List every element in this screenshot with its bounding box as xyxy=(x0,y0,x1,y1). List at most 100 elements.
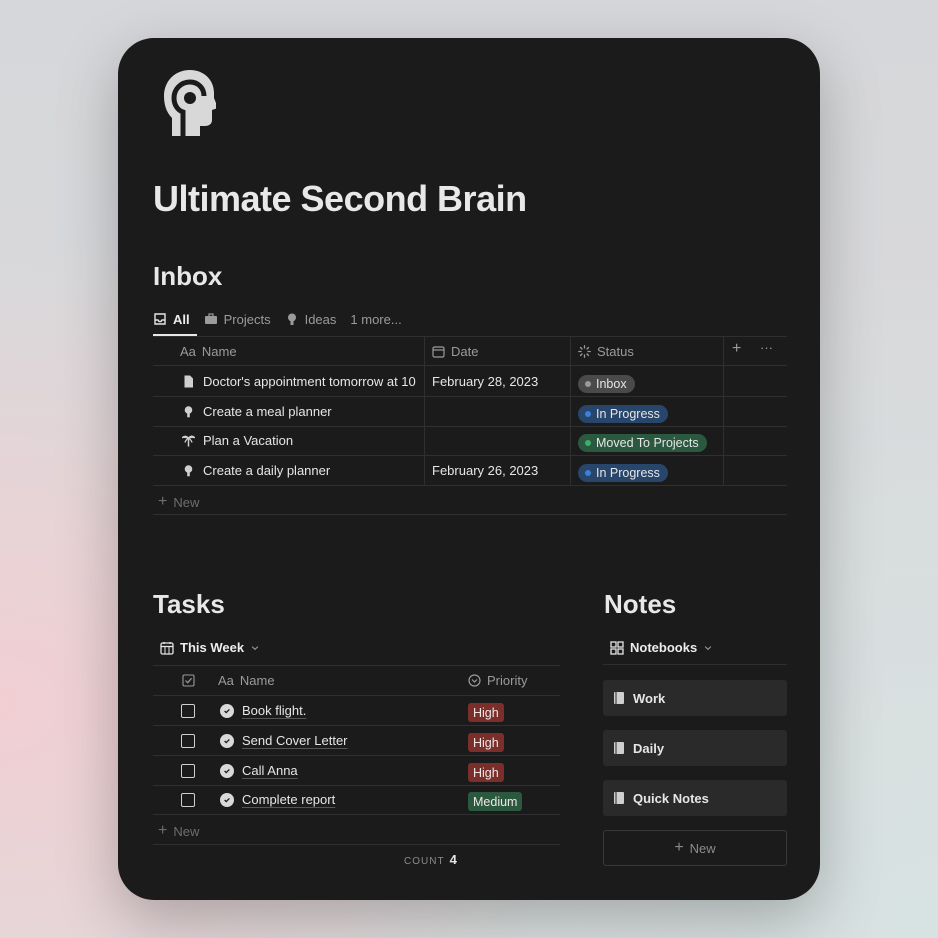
divider xyxy=(153,725,560,726)
count-label: COUNT xyxy=(404,856,445,867)
check-circle-icon xyxy=(220,703,234,718)
inbox-tray-icon xyxy=(154,313,166,325)
column-header-date-label: Date xyxy=(451,344,479,359)
notebook-label: Work xyxy=(633,690,666,706)
task-name: Send Cover Letter xyxy=(242,733,348,748)
status-label: Moved To Projects xyxy=(596,436,699,450)
notebook-label: Daily xyxy=(633,740,665,756)
notebook-card-daily[interactable]: Daily xyxy=(603,730,787,766)
palm-tree-icon xyxy=(182,435,195,447)
task-name: Call Anna xyxy=(242,763,298,778)
more-options-button[interactable]: ··· xyxy=(760,340,773,355)
tasks-view-switcher[interactable]: This Week xyxy=(160,640,260,655)
table-row[interactable]: Doctor's appointment tomorrow at 10 xyxy=(182,374,422,389)
tasks-new-row-button[interactable]: + New xyxy=(158,822,199,840)
chevron-down-icon xyxy=(704,645,712,650)
tab-projects[interactable]: Projects xyxy=(204,312,271,327)
inbox-new-row-button[interactable]: + New xyxy=(158,493,199,511)
lightbulb-icon xyxy=(184,465,193,477)
divider xyxy=(153,396,787,397)
task-name: Complete report xyxy=(242,792,336,807)
page-title: Ultimate Second Brain xyxy=(153,178,527,219)
divider xyxy=(153,814,560,815)
tab-ideas[interactable]: Ideas xyxy=(285,311,337,327)
row-name: Plan a Vacation xyxy=(203,433,294,448)
new-label: New xyxy=(173,494,200,510)
divider xyxy=(153,455,787,456)
priority-tag[interactable]: Medium xyxy=(468,792,523,811)
table-row[interactable]: Complete report xyxy=(220,792,335,807)
tab-projects-label: Projects xyxy=(223,311,271,327)
priority-label: Medium xyxy=(468,792,523,811)
notes-view-switcher[interactable]: Notebooks xyxy=(610,640,713,655)
task-checkbox[interactable] xyxy=(181,764,195,778)
row-name: Create a meal planner xyxy=(203,404,332,419)
briefcase-icon xyxy=(204,313,217,324)
divider xyxy=(603,664,787,665)
count-value: 4 xyxy=(449,852,457,867)
notes-new-button[interactable]: + New xyxy=(603,830,787,866)
tab-all-label: All xyxy=(173,311,190,327)
status-label: Inbox xyxy=(596,377,627,391)
gallery-grid-icon xyxy=(610,640,624,655)
plus-icon: + xyxy=(674,839,684,856)
column-header-name-label: Name xyxy=(201,344,237,359)
row-date: February 28, 2023 xyxy=(432,374,539,389)
divider xyxy=(153,755,560,756)
inbox-tabs: All Projects Ideas 1 more... xyxy=(153,309,416,329)
tab-ideas-label: Ideas xyxy=(304,311,337,327)
tab-all[interactable]: All xyxy=(153,312,190,327)
select-circle-icon xyxy=(468,674,481,687)
table-row[interactable]: Create a meal planner xyxy=(182,404,422,419)
table-row[interactable]: Plan a Vacation xyxy=(182,433,422,448)
task-checkbox[interactable] xyxy=(181,704,195,718)
priority-tag[interactable]: High xyxy=(468,703,504,722)
task-name: Book flight. xyxy=(242,703,307,718)
notes-view-label: Notebooks xyxy=(630,640,698,655)
check-circle-icon xyxy=(220,733,234,748)
column-header-name[interactable]: Aa Name xyxy=(218,673,275,688)
column-header-date[interactable]: Date xyxy=(432,344,478,359)
divider xyxy=(153,844,560,845)
plus-icon: + xyxy=(158,822,168,839)
column-header-name-label: Name xyxy=(239,673,275,688)
notebook-card-quick-notes[interactable]: Quick Notes xyxy=(603,780,787,816)
notebook-card-work[interactable]: Work xyxy=(603,680,787,716)
row-count: COUNT 4 xyxy=(404,852,457,867)
row-name: Doctor's appointment tomorrow at 10 xyxy=(203,374,416,389)
lightbulb-icon xyxy=(287,313,296,325)
table-row[interactable]: Call Anna xyxy=(220,763,298,778)
status-badge[interactable]: Inbox xyxy=(578,374,635,393)
brain-head-icon xyxy=(164,70,216,136)
tasks-view-label: This Week xyxy=(180,640,245,655)
table-row[interactable]: Book flight. xyxy=(220,703,306,718)
status-label: In Progress xyxy=(596,407,660,421)
tab-more[interactable]: 1 more... xyxy=(350,312,401,327)
status-badge[interactable]: Moved To Projects xyxy=(578,433,707,452)
task-checkbox[interactable] xyxy=(181,734,195,748)
table-row[interactable]: Create a daily planner xyxy=(182,463,422,478)
column-divider xyxy=(723,336,724,485)
lightbulb-icon xyxy=(184,406,193,418)
status-badge[interactable]: In Progress xyxy=(578,404,668,423)
column-header-priority[interactable]: Priority xyxy=(468,673,527,688)
inbox-title: Inbox xyxy=(153,261,223,291)
notebook-label: Quick Notes xyxy=(633,790,709,806)
new-label: New xyxy=(173,823,200,839)
priority-label: High xyxy=(468,733,504,752)
status-badge[interactable]: In Progress xyxy=(578,463,668,482)
column-header-status-label: Status xyxy=(597,344,634,359)
text-type-icon: Aa xyxy=(218,673,234,688)
tasks-title: Tasks xyxy=(153,589,225,619)
column-header-name[interactable]: Aa Name xyxy=(180,344,237,359)
task-checkbox[interactable] xyxy=(181,793,195,807)
column-header-status[interactable]: Status xyxy=(578,344,634,359)
add-column-button[interactable]: + xyxy=(732,340,741,358)
status-label: In Progress xyxy=(596,466,660,480)
table-row[interactable]: Send Cover Letter xyxy=(220,733,348,748)
priority-tag[interactable]: High xyxy=(468,763,504,782)
priority-tag[interactable]: High xyxy=(468,733,504,752)
document-icon xyxy=(184,375,193,388)
tab-more-label: 1 more... xyxy=(350,311,402,327)
divider xyxy=(153,485,787,486)
